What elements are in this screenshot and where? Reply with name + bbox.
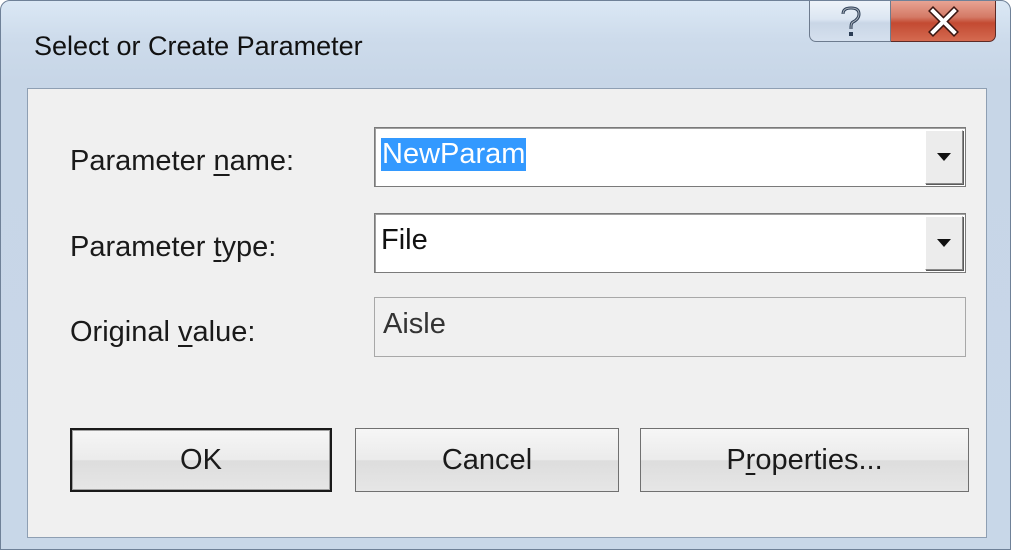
help-button[interactable] [809, 1, 891, 42]
properties-button[interactable]: Properties... [640, 428, 969, 492]
parameter-name-dropdown-button[interactable] [925, 130, 963, 184]
original-value-text: Aisle [383, 308, 446, 340]
window-title: Select or Create Parameter [34, 31, 363, 61]
caption-buttons [809, 1, 996, 43]
parameter-type-combobox[interactable]: File [374, 213, 966, 273]
dialog-client-area: Parameter name: NewParam Parameter type:… [27, 88, 987, 538]
parameter-name-label: Parameter name: [70, 145, 295, 177]
cancel-button[interactable]: Cancel [355, 428, 619, 492]
parameter-type-dropdown-button[interactable] [925, 216, 963, 270]
parameter-name-value[interactable]: NewParam [381, 138, 527, 171]
chevron-down-icon [937, 239, 951, 247]
close-button[interactable] [891, 1, 996, 42]
close-x-icon [928, 6, 959, 37]
original-value-label: Original value: [70, 316, 256, 348]
parameter-name-combobox[interactable]: NewParam [374, 127, 966, 187]
parameter-type-value: File [381, 224, 428, 256]
question-mark-icon [841, 6, 861, 36]
ok-button[interactable]: OK [70, 428, 332, 492]
parameter-type-label: Parameter type: [70, 231, 277, 263]
dialog-window: Select or Create Parameter Parameter nam… [0, 0, 1011, 550]
chevron-down-icon [937, 153, 951, 161]
original-value-field: Aisle [374, 297, 966, 357]
